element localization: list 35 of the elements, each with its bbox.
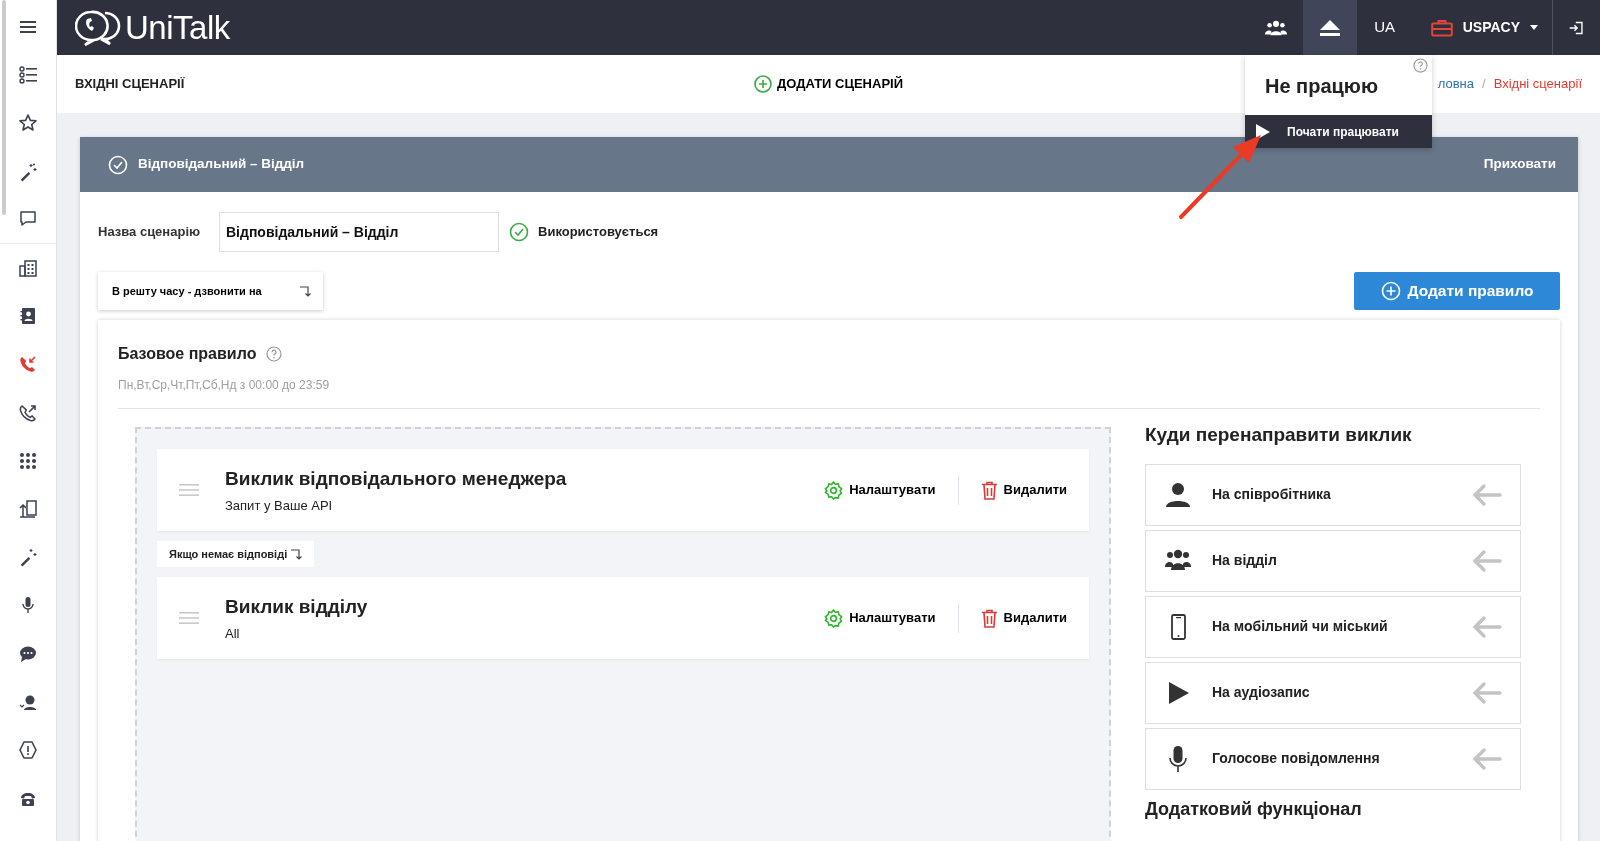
field-label: Назва сценарію — [98, 223, 202, 242]
step-title: Виклик відділу — [225, 594, 369, 619]
status-label: Використовується — [538, 223, 659, 242]
redirect-option[interactable]: На мобільний чи міський — [1145, 595, 1521, 658]
step-subtitle: All — [225, 625, 241, 643]
delete-button[interactable]: Видалити — [958, 608, 1067, 628]
breadcrumb-link[interactable]: Вхідні сценарії — [1493, 74, 1582, 94]
add-rule-button[interactable]: Додати правило — [1354, 272, 1560, 310]
logo-text: UniTalk — [125, 7, 230, 48]
delete-button[interactable]: Видалити — [958, 480, 1067, 500]
configure-button[interactable]: Налаштувати — [802, 608, 958, 628]
add-scenario-button[interactable]: ДОДАТИ СЦЕНАРІЙ — [753, 74, 904, 94]
time-tab[interactable]: В решту часу - дзвонити на — [98, 272, 323, 310]
redirect-option[interactable]: На відділ — [1145, 529, 1521, 592]
section-title: Додатковий функціонал — [1145, 797, 1363, 821]
step-title: Виклик відповідального менеджера — [225, 466, 568, 491]
breadcrumb-separator: / — [1482, 75, 1486, 94]
redirect-option[interactable]: На аудіозапис — [1145, 661, 1521, 724]
rule-title: Базовое правило — [118, 344, 257, 364]
status-title: Не працюю — [1265, 74, 1378, 99]
rule-schedule: Пн,Вт,Ср,Чт,Пт,Сб,Нд з 00:00 до 23:59 — [118, 377, 331, 394]
language-button[interactable]: UA — [1356, 0, 1413, 55]
breadcrumb-link[interactable]: ловна — [1437, 74, 1474, 94]
start-work-button[interactable]: Почати працювати — [1245, 115, 1432, 148]
redirect-option[interactable]: На співробітника — [1145, 463, 1521, 526]
redirect-option[interactable]: Голосове повідомлення — [1145, 727, 1521, 790]
scenario-header-title: Відповідальний – Відділ — [138, 155, 305, 174]
step-subtitle: Запит у Ваше API — [225, 497, 334, 515]
configure-button[interactable]: Налаштувати — [802, 480, 958, 500]
no-answer-tab[interactable]: Якщо немає відповіді — [157, 541, 315, 567]
page-title: ВХІДНІ СЦЕНАРІЇ — [75, 76, 185, 92]
scenario-name-field[interactable]: Відповідальний – Відділ — [219, 212, 499, 252]
section-title: Куди перенаправити виклик — [1145, 423, 1413, 447]
account-dropdown[interactable]: USPACY — [1412, 0, 1552, 55]
hide-link[interactable]: Приховати — [1483, 154, 1556, 175]
